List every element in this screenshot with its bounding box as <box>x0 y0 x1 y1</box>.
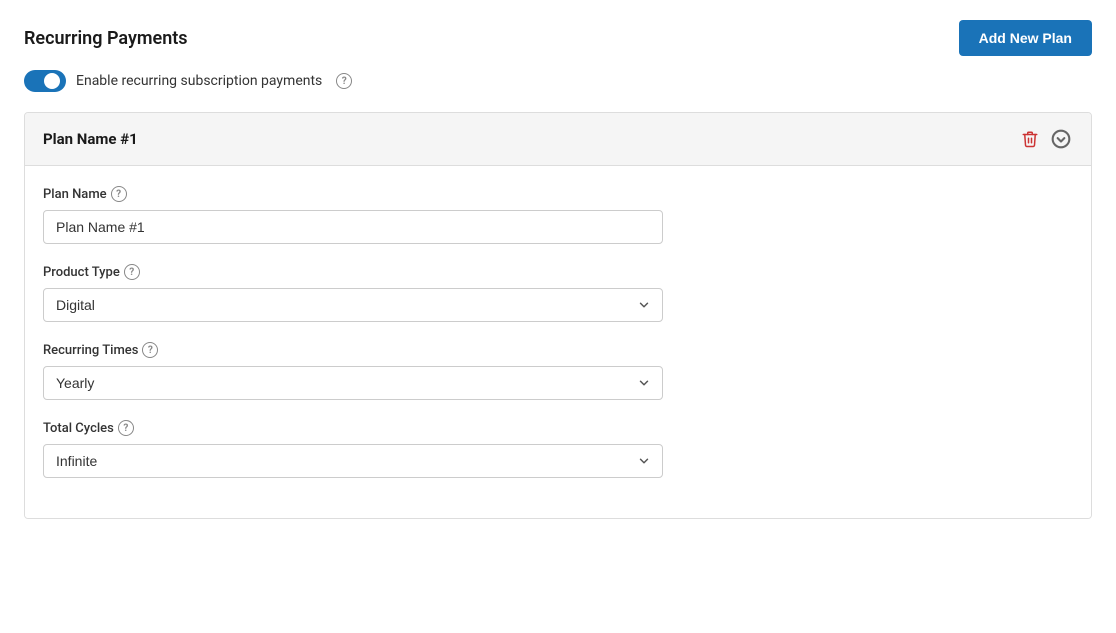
plan-card-title: Plan Name #1 <box>43 130 138 148</box>
plan-card-header: Plan Name #1 <box>25 113 1091 166</box>
toggle-slider <box>24 70 66 92</box>
plan-name-input[interactable] <box>43 210 663 244</box>
chevron-down-icon <box>1051 129 1071 149</box>
plan-name-help-icon: ? <box>111 186 127 202</box>
total-cycles-field-group: Total Cycles ? Infinite 1 2 3 6 12 <box>43 420 1073 478</box>
plan-name-field-group: Plan Name ? <box>43 186 1073 244</box>
recurring-times-select-wrapper: Daily Weekly Monthly Yearly <box>43 366 663 400</box>
recurring-times-field-group: Recurring Times ? Daily Weekly Monthly Y… <box>43 342 1073 400</box>
page-header: Recurring Payments Add New Plan <box>24 20 1092 56</box>
recurring-times-help-icon: ? <box>142 342 158 358</box>
recurring-times-label: Recurring Times ? <box>43 342 1073 358</box>
total-cycles-label: Total Cycles ? <box>43 420 1073 436</box>
product-type-select[interactable]: Digital Physical Service <box>43 288 663 322</box>
delete-plan-button[interactable] <box>1019 128 1041 150</box>
enable-toggle-label: Enable recurring subscription payments <box>76 73 322 89</box>
product-type-label: Product Type ? <box>43 264 1073 280</box>
enable-toggle-row: Enable recurring subscription payments ? <box>24 70 1092 92</box>
plan-card-body: Plan Name ? Product Type ? Digital Physi… <box>25 166 1091 518</box>
plan-card: Plan Name #1 <box>24 112 1092 519</box>
enable-help-icon: ? <box>336 73 352 89</box>
product-type-help-icon: ? <box>124 264 140 280</box>
total-cycles-select-wrapper: Infinite 1 2 3 6 12 <box>43 444 663 478</box>
total-cycles-select[interactable]: Infinite 1 2 3 6 12 <box>43 444 663 478</box>
product-type-field-group: Product Type ? Digital Physical Service <box>43 264 1073 322</box>
page-title: Recurring Payments <box>24 28 188 49</box>
collapse-plan-button[interactable] <box>1049 127 1073 151</box>
plan-name-label: Plan Name ? <box>43 186 1073 202</box>
product-type-select-wrapper: Digital Physical Service <box>43 288 663 322</box>
total-cycles-help-icon: ? <box>118 420 134 436</box>
recurring-times-select[interactable]: Daily Weekly Monthly Yearly <box>43 366 663 400</box>
add-new-plan-button[interactable]: Add New Plan <box>959 20 1092 56</box>
trash-icon <box>1021 130 1039 148</box>
enable-recurring-toggle[interactable] <box>24 70 66 92</box>
plan-card-actions <box>1019 127 1073 151</box>
